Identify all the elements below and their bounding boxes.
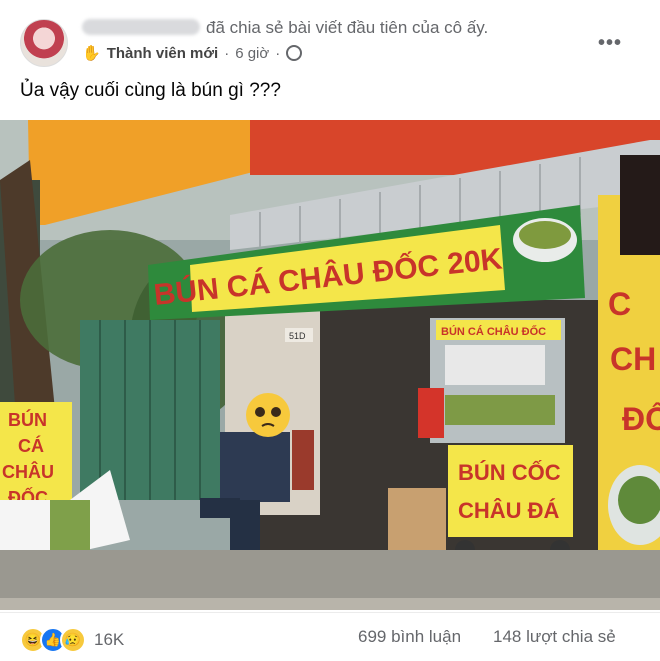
right-sign-line-2: CH <box>610 341 656 377</box>
left-sign-line-1: BÚN <box>8 409 47 430</box>
globe-icon <box>286 45 303 61</box>
pleading-face-emoji <box>246 393 290 437</box>
new-member-badge[interactable]: Thành viên mới <box>107 45 219 62</box>
more-options-icon[interactable]: ••• <box>598 32 622 55</box>
restaurant-photo: BÚN CÁ CHÂU ĐỐC 20K C CH ĐỐ BÚN CÁ CHÂU … <box>0 120 660 610</box>
post-photo[interactable]: BÚN CÁ CHÂU ĐỐC 20K C CH ĐỐ BÚN CÁ CHÂU … <box>0 120 660 610</box>
meta-separator-2: · <box>275 44 281 62</box>
post-header: đã chia sẻ bài viết đầu tiên của cô ấy. … <box>0 0 660 70</box>
new-member-hand-icon: ✋ <box>82 45 101 62</box>
left-sign-line-3: CHÂU <box>2 461 54 482</box>
reactions-summary[interactable]: 😆 👍 😥 16K <box>20 627 124 653</box>
left-sign-line-2: CÁ <box>18 435 44 456</box>
meta-separator: · <box>224 44 230 62</box>
cart-front-line-1: BÚN CỐC <box>458 459 561 485</box>
cart-front-line-2: CHÂU ĐÁ <box>458 498 560 523</box>
author-line: đã chia sẻ bài viết đầu tiên của cô ấy. <box>82 18 488 38</box>
avatar[interactable] <box>20 19 68 67</box>
post-footer: 😆 👍 😥 16K 699 bình luận 148 lượt chia sẻ <box>0 612 660 661</box>
post-time[interactable]: 6 giờ <box>235 45 269 62</box>
sad-icon: 😥 <box>60 627 86 653</box>
post-text: Ủa vậy cuối cùng là bún gì ??? <box>20 80 281 101</box>
author-action-text: đã chia sẻ bài viết đầu tiên của cô ấy. <box>206 18 489 37</box>
house-number: 51D <box>289 331 306 341</box>
comments-count[interactable]: 699 bình luận <box>358 627 461 647</box>
right-sign-line-3: ĐỐ <box>622 401 660 437</box>
author-name-blurred[interactable] <box>82 19 200 35</box>
seated-person <box>220 432 290 502</box>
right-sign-line-1: C <box>608 286 631 322</box>
post-meta: ✋ Thành viên mới · 6 giờ · <box>82 44 303 62</box>
shares-count[interactable]: 148 lượt chia sẻ <box>493 627 616 647</box>
cart-front-sign <box>448 445 573 537</box>
reaction-count[interactable]: 16K <box>94 630 124 650</box>
cart-top-sign: BÚN CÁ CHÂU ĐỐC <box>441 324 546 338</box>
